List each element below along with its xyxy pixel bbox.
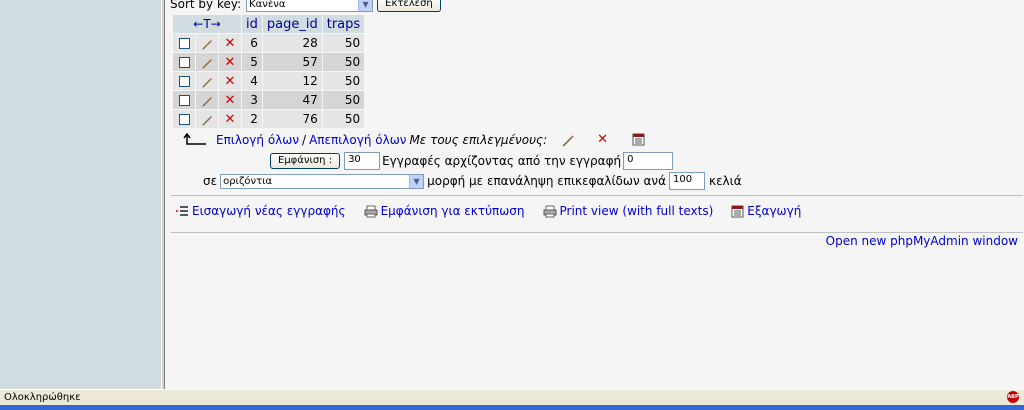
edit-pencil-icon[interactable] — [201, 95, 213, 107]
column-header-id[interactable]: id — [242, 15, 262, 33]
left-navigation-frame — [0, 0, 161, 389]
cell-id: 2 — [242, 110, 262, 128]
table-row: ✕ 5 57 50 — [173, 53, 365, 71]
main-content-frame: Sort by key: Κανένα ▼ Εκτέλεση ←T→ id pa… — [165, 0, 1024, 389]
table-row: ✕ 2 76 50 — [173, 110, 365, 128]
table-row: ✕ 3 47 50 — [173, 91, 365, 109]
cell-traps: 50 — [322, 91, 365, 109]
rows-start-label: Εγγραφές αρχίζοντας από την εγγραφή — [382, 154, 622, 168]
row-checkbox[interactable] — [178, 57, 190, 68]
cell-id: 5 — [242, 53, 262, 71]
start-row-input[interactable]: 0 — [623, 152, 674, 170]
sort-key-select[interactable]: Κανένα ▼ — [246, 0, 374, 12]
display-mode-bar: σε οριζόντια ▼ μορφή με επανάληψη επικεφ… — [203, 172, 742, 190]
chevron-down-icon: ▼ — [358, 0, 373, 11]
column-header-traps[interactable]: traps — [322, 15, 365, 33]
row-checkbox[interactable] — [178, 38, 190, 49]
cell-page-id: 57 — [262, 53, 322, 71]
column-resize-arrows[interactable]: ←T→ — [173, 15, 241, 33]
taskbar-edge — [0, 405, 1024, 410]
cell-traps: 50 — [322, 34, 365, 52]
row-checkbox[interactable] — [178, 76, 190, 87]
select-all-link[interactable]: Επιλογή όλων — [216, 133, 299, 147]
delete-icon[interactable]: ✕ — [225, 112, 236, 127]
cell-page-id: 12 — [262, 72, 322, 90]
show-rows-bar: Εμφάνιση : 30 Εγγραφές αρχίζοντας από τη… — [270, 152, 674, 170]
printer-icon — [364, 205, 378, 217]
edit-pencil-icon[interactable] — [201, 76, 213, 88]
deselect-all-link[interactable]: Απεπιλογή όλων — [309, 133, 406, 147]
delete-icon[interactable]: ✕ — [225, 36, 236, 51]
actions-bar: Εισαγωγή νέας εγγραφής Εμφάνιση για εκτύ… — [175, 204, 819, 218]
open-new-window-link[interactable]: Open new phpMyAdmin window — [826, 234, 1018, 248]
delete-icon[interactable]: ✕ — [597, 132, 608, 147]
sort-by-key-bar: Sort by key: Κανένα ▼ Εκτέλεση — [170, 0, 441, 12]
selection-separator: / — [302, 132, 307, 147]
show-button[interactable]: Εμφάνιση : — [270, 153, 341, 169]
cell-page-id: 28 — [262, 34, 322, 52]
export-link[interactable]: Εξαγωγή — [731, 204, 801, 218]
print-view-full-link[interactable]: Print view (with full texts) — [543, 204, 713, 218]
print-view-link[interactable]: Εμφάνιση για εκτύπωση — [364, 204, 525, 218]
cell-page-id: 76 — [262, 110, 322, 128]
export-icon — [731, 205, 744, 217]
sort-by-key-label: Sort by key: — [170, 0, 242, 11]
edit-pencil-icon[interactable] — [201, 114, 213, 126]
row-checkbox[interactable] — [178, 95, 190, 106]
insert-new-row-link[interactable]: Εισαγωγή νέας εγγραφής — [175, 204, 346, 218]
cells-label: κελιά — [709, 174, 742, 188]
status-text: Ολοκληρώθηκε — [4, 392, 81, 403]
row-checkbox[interactable] — [178, 114, 190, 125]
cell-traps: 50 — [322, 53, 365, 71]
delete-icon[interactable]: ✕ — [225, 93, 236, 108]
cell-traps: 50 — [322, 72, 365, 90]
delete-icon[interactable]: ✕ — [225, 55, 236, 70]
mode-prefix-label: σε — [203, 174, 218, 188]
with-selected-label: Με τους επιλεγμένους: — [409, 132, 548, 147]
edit-pencil-icon[interactable] — [561, 133, 575, 147]
display-mode-select[interactable]: οριζόντια ▼ — [220, 173, 425, 189]
cell-id: 4 — [242, 72, 262, 90]
repeat-headers-input[interactable]: 100 — [669, 172, 705, 190]
rows-count-input[interactable]: 30 — [344, 152, 381, 170]
table-row: ✕ 6 28 50 — [173, 34, 365, 52]
delete-icon[interactable]: ✕ — [225, 74, 236, 89]
cell-traps: 50 — [322, 110, 365, 128]
execute-button[interactable]: Εκτέλεση — [377, 0, 441, 12]
cell-id: 6 — [242, 34, 262, 52]
divider — [171, 195, 1023, 196]
adblock-icon[interactable]: ABP — [1007, 391, 1019, 403]
cell-page-id: 47 — [262, 91, 322, 109]
printer-icon — [543, 205, 557, 217]
chevron-down-icon: ▼ — [409, 174, 424, 188]
export-icon[interactable] — [632, 133, 645, 146]
column-header-page-id[interactable]: page_id — [262, 15, 322, 33]
divider — [171, 232, 1023, 233]
arrow-left-up-icon — [183, 132, 206, 145]
edit-pencil-icon[interactable] — [201, 38, 213, 50]
selection-bar: Επιλογή όλων / Απεπιλογή όλων Με τους επ… — [182, 132, 645, 147]
insert-row-icon — [176, 206, 188, 216]
cell-id: 3 — [242, 91, 262, 109]
repeat-headers-label: μορφή με επανάληψη επικεφαλίδων ανά — [427, 174, 666, 188]
browser-status-bar: Ολοκληρώθηκε ABP — [0, 389, 1024, 405]
edit-pencil-icon[interactable] — [201, 57, 213, 69]
results-table: ←T→ id page_id traps ✕ 6 28 50 ✕ 5 57 50… — [172, 14, 365, 129]
table-row: ✕ 4 12 50 — [173, 72, 365, 90]
